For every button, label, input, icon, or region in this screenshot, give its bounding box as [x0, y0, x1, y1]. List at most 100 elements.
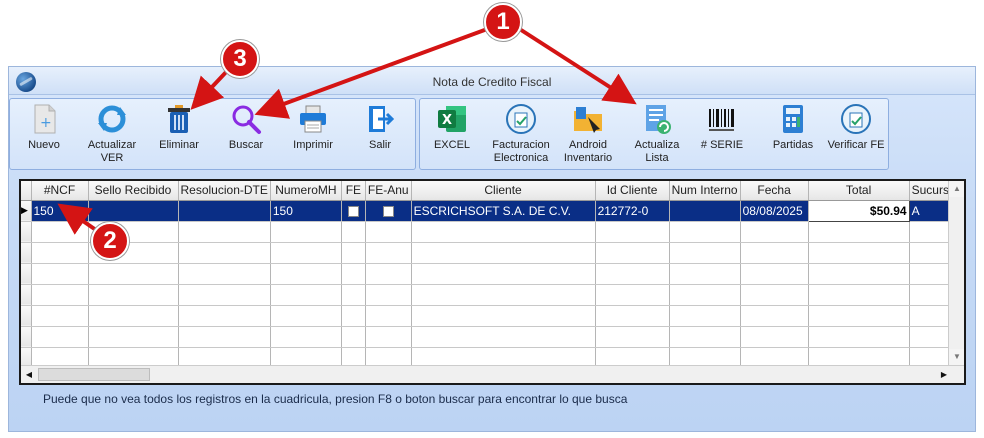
empty-cell[interactable]	[411, 326, 596, 348]
empty-cell[interactable]	[178, 284, 271, 306]
empty-cell[interactable]	[270, 263, 342, 285]
empty-cell[interactable]	[341, 284, 366, 306]
empty-cell[interactable]	[31, 221, 89, 243]
eliminar-button[interactable]: Eliminar	[156, 103, 202, 152]
table-row[interactable]	[21, 221, 959, 243]
empty-cell[interactable]	[740, 221, 809, 243]
empty-cell[interactable]	[365, 221, 412, 243]
empty-cell[interactable]	[31, 242, 89, 264]
col-header-resolucion[interactable]: Resolucion-DTE	[178, 181, 271, 201]
empty-cell[interactable]	[365, 242, 412, 264]
col-header-total[interactable]: Total	[808, 181, 910, 201]
cell-ncf[interactable]: 150	[31, 200, 89, 222]
empty-cell[interactable]	[178, 326, 271, 348]
nuevo-button[interactable]: + Nuevo	[24, 103, 64, 152]
cell-fe-anu[interactable]	[365, 200, 412, 222]
table-row[interactable]: ▶ 150 150 ESCRICHSOFT S.A. DE C.V. 21277…	[21, 199, 959, 222]
col-header-ncf[interactable]: #NCF	[31, 181, 89, 201]
empty-cell[interactable]	[740, 326, 809, 348]
empty-cell[interactable]	[740, 263, 809, 285]
empty-cell[interactable]	[31, 305, 89, 327]
empty-cell[interactable]	[411, 242, 596, 264]
empty-cell[interactable]	[88, 326, 179, 348]
vertical-scrollbar[interactable]: ▲ ▼	[948, 181, 964, 365]
empty-cell[interactable]	[669, 221, 741, 243]
empty-cell[interactable]	[270, 326, 342, 348]
empty-cell[interactable]	[341, 305, 366, 327]
empty-cell[interactable]	[808, 305, 910, 327]
partidas-button[interactable]: Partidas	[770, 103, 816, 152]
empty-cell[interactable]	[365, 305, 412, 327]
table-row[interactable]	[21, 242, 959, 264]
table-row[interactable]	[21, 284, 959, 306]
col-header-sello[interactable]: Sello Recibido	[88, 181, 179, 201]
empty-cell[interactable]	[365, 284, 412, 306]
empty-cell[interactable]	[178, 221, 271, 243]
empty-cell[interactable]	[270, 305, 342, 327]
empty-cell[interactable]	[178, 242, 271, 264]
empty-cell[interactable]	[178, 305, 271, 327]
empty-cell[interactable]	[595, 242, 670, 264]
empty-cell[interactable]	[88, 284, 179, 306]
empty-cell[interactable]	[178, 263, 271, 285]
cell-sello[interactable]	[88, 200, 179, 222]
empty-cell[interactable]	[669, 326, 741, 348]
empty-cell[interactable]	[270, 284, 342, 306]
empty-cell[interactable]	[88, 263, 179, 285]
cell-numero-mh[interactable]: 150	[270, 200, 342, 222]
horizontal-scrollbar[interactable]: ◀ ▶	[21, 365, 964, 383]
android-inventario-button[interactable]: Android Inventario	[562, 103, 614, 165]
table-row[interactable]	[21, 326, 959, 348]
empty-cell[interactable]	[595, 284, 670, 306]
empty-cell[interactable]	[595, 221, 670, 243]
buscar-button[interactable]: Buscar	[224, 103, 268, 152]
empty-cell[interactable]	[270, 242, 342, 264]
empty-cell[interactable]	[669, 263, 741, 285]
cell-id-cliente[interactable]: 212772-0	[595, 200, 670, 222]
empty-cell[interactable]	[341, 221, 366, 243]
empty-cell[interactable]	[740, 305, 809, 327]
empty-cell[interactable]	[341, 263, 366, 285]
empty-cell[interactable]	[669, 284, 741, 306]
empty-cell[interactable]	[411, 221, 596, 243]
empty-cell[interactable]	[740, 242, 809, 264]
fe-checkbox[interactable]	[347, 205, 359, 217]
empty-cell[interactable]	[31, 326, 89, 348]
horizontal-scroll-thumb[interactable]	[38, 368, 150, 381]
cell-resolucion[interactable]	[178, 200, 271, 222]
fe-anu-checkbox[interactable]	[382, 205, 394, 217]
cell-fecha[interactable]: 08/08/2025	[740, 200, 809, 222]
cell-fe[interactable]	[341, 200, 366, 222]
empty-cell[interactable]	[808, 263, 910, 285]
empty-cell[interactable]	[595, 263, 670, 285]
imprimir-button[interactable]: Imprimir	[290, 103, 336, 152]
table-row[interactable]	[21, 305, 959, 327]
col-header-fe[interactable]: FE	[341, 181, 366, 201]
verificar-fe-button[interactable]: Verificar FE	[824, 103, 888, 152]
empty-cell[interactable]	[595, 305, 670, 327]
empty-cell[interactable]	[270, 221, 342, 243]
empty-cell[interactable]	[31, 284, 89, 306]
cell-total[interactable]: $50.94	[807, 199, 910, 222]
empty-cell[interactable]	[365, 263, 412, 285]
empty-cell[interactable]	[411, 305, 596, 327]
cell-num-interno[interactable]	[669, 200, 741, 222]
empty-cell[interactable]	[808, 221, 910, 243]
scroll-right-arrow-icon[interactable]: ▶	[936, 367, 952, 383]
empty-cell[interactable]	[595, 326, 670, 348]
salir-button[interactable]: Salir	[360, 103, 400, 152]
table-row[interactable]	[21, 263, 959, 285]
empty-cell[interactable]	[669, 242, 741, 264]
empty-cell[interactable]	[365, 326, 412, 348]
col-header-id-cliente[interactable]: Id Cliente	[595, 181, 670, 201]
empty-cell[interactable]	[341, 242, 366, 264]
empty-cell[interactable]	[411, 284, 596, 306]
col-header-fe-anu[interactable]: FE-Anu	[365, 181, 412, 201]
col-header-num-interno[interactable]: Num Interno	[669, 181, 741, 201]
empty-cell[interactable]	[341, 326, 366, 348]
excel-button[interactable]: X EXCEL	[430, 103, 474, 152]
col-header-fecha[interactable]: Fecha	[740, 181, 809, 201]
col-header-cliente[interactable]: Cliente	[411, 181, 596, 201]
scroll-left-arrow-icon[interactable]: ◀	[21, 367, 37, 383]
empty-cell[interactable]	[669, 305, 741, 327]
